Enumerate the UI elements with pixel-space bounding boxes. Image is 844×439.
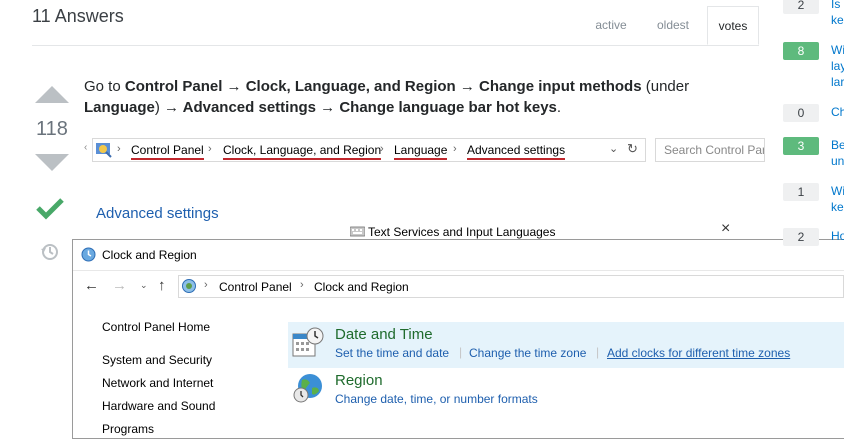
clock-region-icon: [81, 247, 96, 267]
addr-left-edge: ‹: [84, 142, 88, 153]
answer-path-2: Language: [84, 99, 155, 116]
window-title: Clock and Region: [102, 248, 197, 262]
crumb-clock-language-region[interactable]: Clock, Language, and Region: [223, 143, 382, 160]
answer-path-1: Control Panel → Clock, Language, and Reg…: [124, 78, 642, 95]
answer-path-3: → Advanced settings → Change language ba…: [164, 99, 557, 116]
tab-oldest[interactable]: oldest: [646, 6, 700, 45]
crumb-separator: ›: [300, 279, 304, 291]
history-icon[interactable]: [40, 242, 60, 267]
close-icon[interactable]: ×: [721, 220, 730, 238]
answer-body: Go to Control Panel → Clock, Language, a…: [84, 76, 724, 118]
related-vote-count-accepted: 3: [783, 137, 819, 155]
related-question-text: un: [831, 154, 844, 168]
recent-chevron-icon[interactable]: ⌄: [140, 280, 148, 291]
accepted-checkmark-icon: [36, 196, 64, 225]
related-vote-count-accepted: 8: [783, 42, 819, 60]
link-separator: |: [459, 345, 463, 359]
related-question-link[interactable]: Wi ke: [831, 183, 844, 215]
crumb-separator: ›: [380, 143, 384, 155]
related-question-text: ke: [831, 13, 844, 27]
vote-count: 118: [36, 118, 68, 140]
refresh-icon[interactable]: ↻: [627, 141, 638, 157]
win-crumb-clock-region[interactable]: Clock and Region: [314, 280, 409, 294]
related-question-link[interactable]: Ch: [831, 104, 844, 120]
crumb-separator: ›: [117, 143, 121, 155]
header-divider: [32, 45, 759, 46]
forward-arrow-icon[interactable]: →: [112, 277, 127, 294]
titlebar-divider: [73, 270, 844, 271]
crumb-control-panel[interactable]: Control Panel: [131, 143, 204, 160]
sidebar-item-network-internet[interactable]: Network and Internet: [102, 376, 213, 390]
related-question-text: Wi: [831, 184, 844, 198]
related-vote-count: 2: [783, 228, 819, 246]
answer-text-3: ): [154, 99, 165, 116]
answer-text-2: (under: [641, 78, 690, 95]
region-globe-icon: [292, 372, 324, 409]
up-arrow-icon[interactable]: ↑: [158, 277, 166, 294]
related-question-text: Ho: [831, 229, 844, 243]
related-question-link[interactable]: Is ke: [831, 0, 844, 28]
link-change-formats[interactable]: Change date, time, or number formats: [335, 392, 538, 406]
crumb-separator: ›: [208, 143, 212, 155]
dialog-title: Text Services and Input Languages: [368, 225, 556, 239]
date-time-icon: [292, 326, 324, 363]
answer-text-4: .: [556, 99, 562, 116]
related-vote-count: 1: [783, 183, 819, 201]
related-question-text: ke: [831, 200, 844, 214]
related-question-text: lay: [831, 59, 844, 73]
crumb-advanced-settings[interactable]: Advanced settings: [467, 143, 566, 160]
win-crumb-control-panel[interactable]: Control Panel: [219, 280, 292, 294]
clock-region-small-icon: [181, 278, 197, 299]
related-vote-count: 0: [783, 104, 819, 122]
link-change-time-zone[interactable]: Change the time zone: [469, 346, 586, 360]
sidebar-item-control-panel-home[interactable]: Control Panel Home: [102, 320, 210, 334]
downvote-arrow-icon[interactable]: [35, 154, 69, 171]
chevron-down-icon[interactable]: ⌄: [609, 142, 618, 155]
link-separator: |: [596, 345, 600, 359]
crumb-separator: ›: [453, 143, 457, 155]
link-add-clocks[interactable]: Add clocks for different time zones: [607, 346, 790, 360]
sidebar-item-system-security[interactable]: System and Security: [102, 353, 212, 367]
upvote-arrow-icon[interactable]: [35, 86, 69, 103]
tab-votes[interactable]: votes: [707, 6, 759, 45]
answers-count-title: 11 Answers: [32, 6, 124, 26]
crumb-language[interactable]: Language: [394, 143, 448, 160]
back-arrow-icon[interactable]: ←: [84, 277, 99, 294]
category-title-region[interactable]: Region: [335, 372, 383, 389]
related-question-text: Ch: [831, 105, 844, 119]
answer-text-1: Go to: [84, 78, 125, 95]
sidebar-item-hardware-sound[interactable]: Hardware and Sound: [102, 399, 215, 413]
category-title-date-time[interactable]: Date and Time: [335, 326, 433, 343]
related-question-link[interactable]: Be un: [831, 137, 844, 169]
advanced-settings-heading: Advanced settings: [96, 205, 219, 222]
related-question-link[interactable]: Wi lay lar: [831, 42, 844, 90]
related-vote-count: 2: [783, 0, 819, 14]
sidebar-item-programs[interactable]: Programs: [102, 422, 154, 436]
related-question-text: Is: [831, 0, 841, 11]
control-panel-icon: [95, 140, 113, 163]
crumb-separator: ›: [204, 279, 208, 291]
link-set-time-date[interactable]: Set the time and date: [335, 346, 449, 360]
search-input[interactable]: Search Control Panel: [655, 138, 765, 162]
related-question-text: Wi: [831, 43, 844, 57]
related-question-text: lar: [831, 75, 844, 89]
related-question-text: Be: [831, 138, 844, 152]
related-question-link[interactable]: Ho: [831, 228, 844, 244]
tab-active[interactable]: active: [584, 6, 638, 45]
